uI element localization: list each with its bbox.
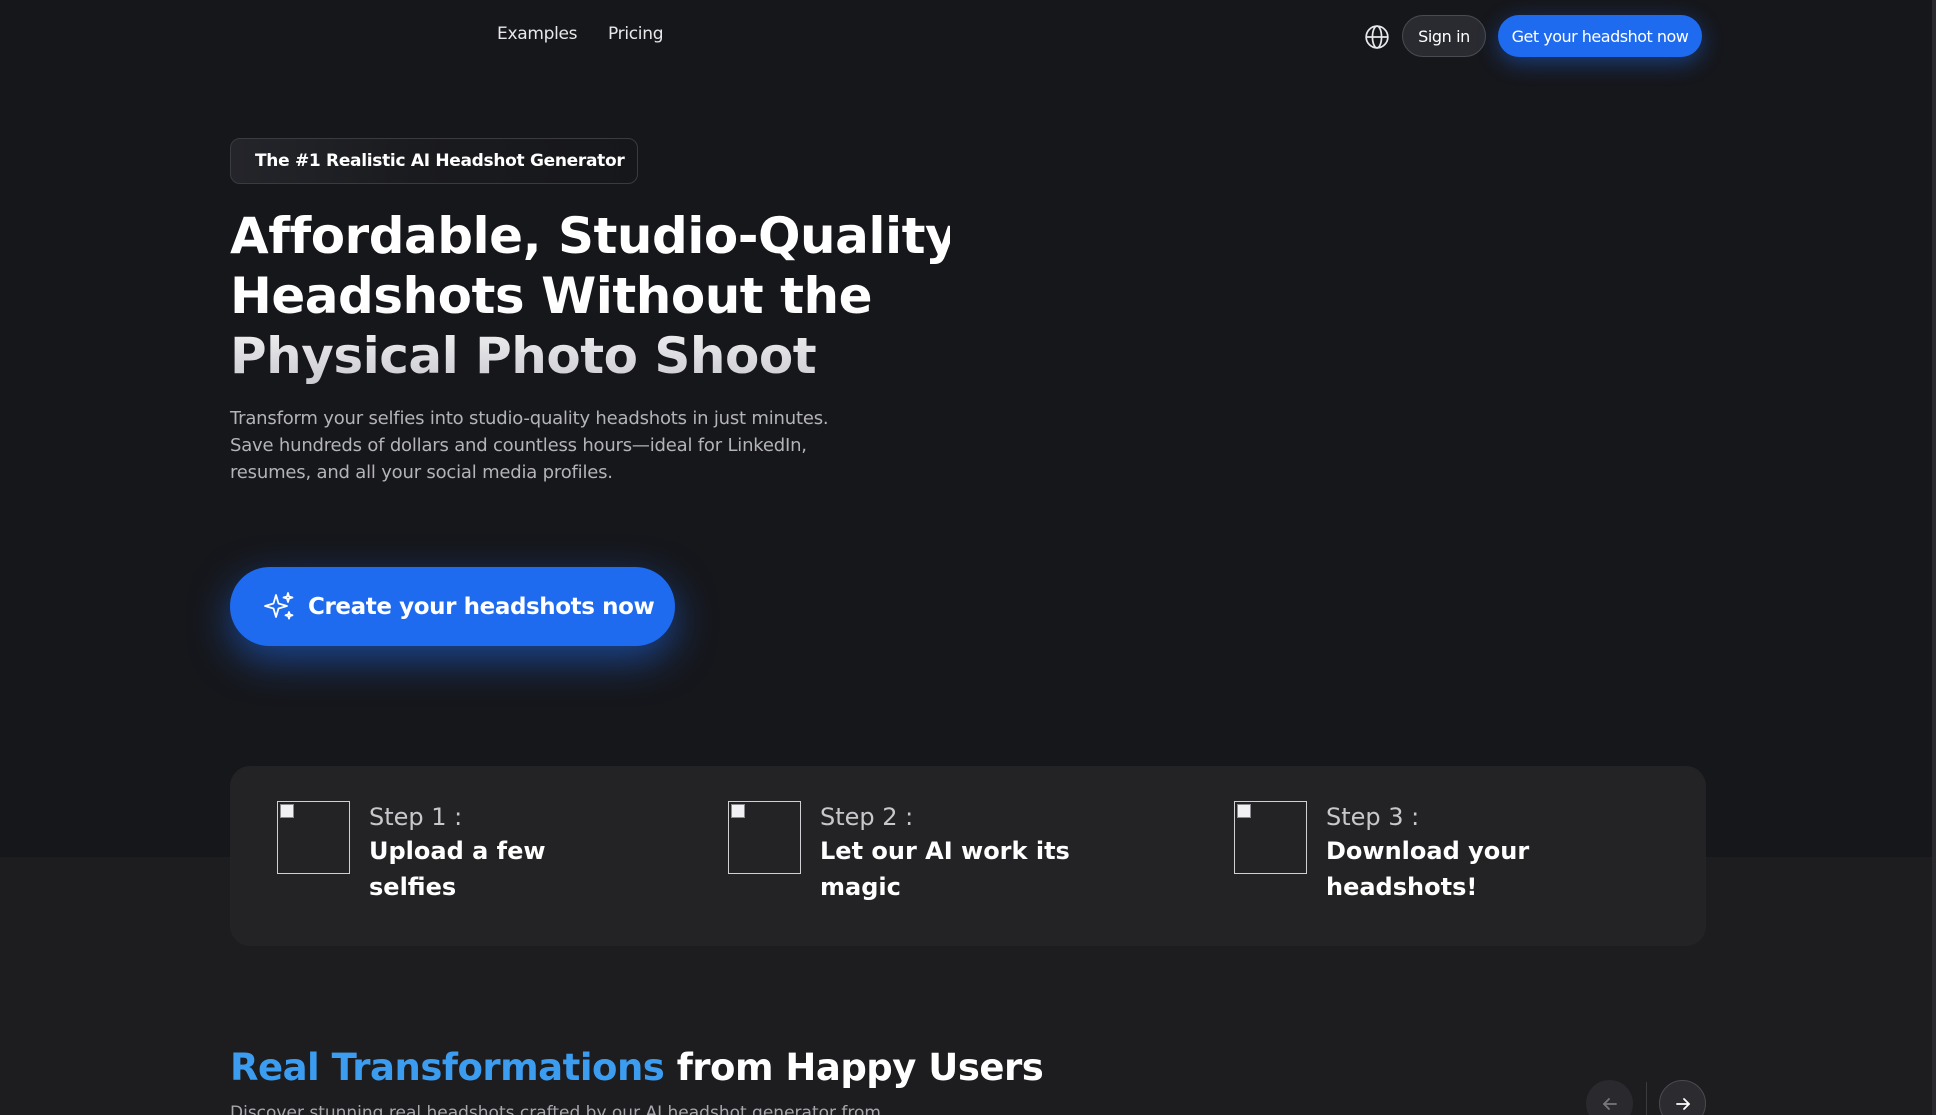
scrollbar[interactable]: [1932, 0, 1936, 1115]
step-description: Upload a few selfies: [369, 833, 546, 905]
step-image-placeholder: [277, 801, 350, 874]
transformations-title-accent: Real Transformations: [230, 1046, 665, 1089]
create-headshots-button[interactable]: Create your headshots now: [230, 567, 675, 646]
step-label: Step 3 :: [1326, 803, 1420, 831]
hero-tag-label: The #1 Realistic AI Headshot Generator: [255, 151, 625, 171]
globe-icon[interactable]: [1364, 24, 1390, 50]
transformations-title-rest: from Happy Users: [664, 1046, 1044, 1089]
step-description: Download your headshots!: [1326, 833, 1529, 905]
arrow-left-icon: [1602, 1097, 1617, 1110]
step-description: Let our AI work its magic: [820, 833, 1070, 905]
arrow-right-icon: [1675, 1097, 1690, 1110]
hero-title-line: Headshots Without the: [230, 267, 873, 325]
hero-tag-badge: The #1 Realistic AI Headshot Generator: [230, 138, 638, 184]
transformations-subtitle: Discover stunning real headshots crafted…: [230, 1103, 881, 1115]
transformations-title: Real Transformations from Happy Users: [230, 1046, 1044, 1089]
hero-subtitle-line: Save hundreds of dollars and countless h…: [230, 435, 807, 456]
sparkle-icon: [264, 591, 294, 619]
hero-title-line: Physical Photo Shoot: [230, 327, 817, 385]
page: Examples Pricing Sign in Get your headsh…: [0, 0, 1936, 1115]
carousel-divider: [1646, 1082, 1647, 1115]
step-label: Step 2 :: [820, 803, 914, 831]
step-image-placeholder: [1234, 801, 1307, 874]
hero-title-line: Affordable, Studio-Quality: [230, 207, 958, 265]
step-description-line: headshots!: [1326, 873, 1478, 901]
get-headshot-button[interactable]: Get your headshot now: [1498, 15, 1702, 57]
step-text: Step 2 : Let our AI work its magic: [820, 801, 1070, 905]
step-description-line: selfies: [369, 873, 457, 901]
step-description-line: Upload a few: [369, 837, 546, 865]
step-description-line: Let our AI work its: [820, 837, 1070, 865]
step-text: Step 1 : Upload a few selfies: [369, 801, 546, 905]
step-description-line: magic: [820, 873, 901, 901]
hero-title: Affordable, Studio-Quality Headshots Wit…: [230, 206, 950, 386]
hero-subtitle-line: Transform your selfies into studio-quali…: [230, 408, 829, 429]
hero-subtitle-line: resumes, and all your social media profi…: [230, 462, 613, 483]
step-image-placeholder: [728, 801, 801, 874]
step-label: Step 1 :: [369, 803, 463, 831]
sign-in-button[interactable]: Sign in: [1402, 15, 1486, 57]
step-description-line: Download your: [1326, 837, 1530, 865]
nav-link-examples[interactable]: Examples: [497, 24, 578, 44]
steps-card: Step 1 : Upload a few selfies Step 2 : L…: [230, 766, 1706, 946]
hero-subtitle: Transform your selfies into studio-quali…: [230, 405, 870, 486]
nav-link-pricing[interactable]: Pricing: [608, 24, 664, 44]
create-headshots-label: Create your headshots now: [308, 593, 655, 620]
step-text: Step 3 : Download your headshots!: [1326, 801, 1529, 905]
